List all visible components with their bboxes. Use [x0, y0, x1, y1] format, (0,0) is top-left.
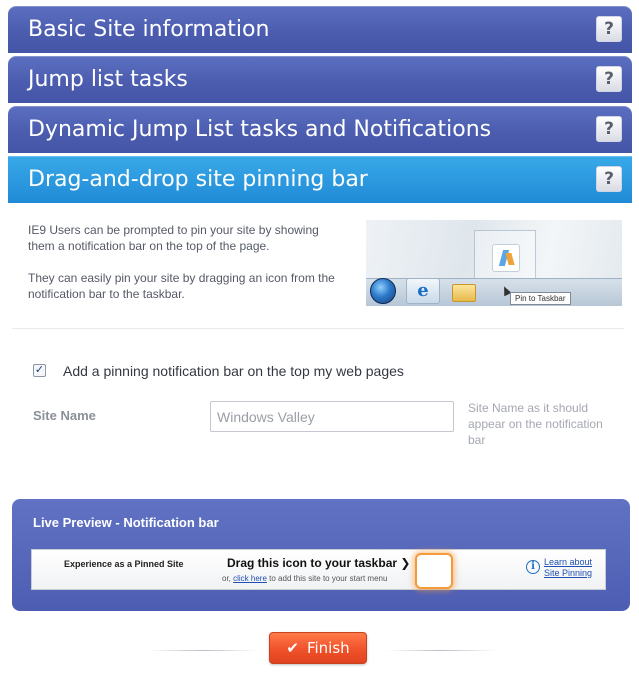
pinning-bar-panel: IE9 Users can be prompted to pin your si…: [8, 204, 632, 678]
site-name-hint: Site Name as it should appear on the not…: [468, 401, 603, 447]
taskbar-image: e: [366, 278, 622, 306]
section-dynamic-jump-list[interactable]: Dynamic Jump List tasks and Notification…: [8, 106, 632, 153]
notification-bar-preview: Experience as a Pinned Site Drag this ic…: [31, 549, 606, 590]
pinning-illustration: e Pin to Taskbar: [366, 220, 622, 306]
help-icon[interactable]: ?: [596, 66, 622, 92]
site-name-label: Site Name: [33, 408, 96, 423]
sub-prefix: or,: [222, 574, 234, 583]
finish-label: Finish: [306, 639, 350, 657]
help-icon[interactable]: ?: [596, 16, 622, 42]
description-paragraph: They can easily pin your site by draggin…: [28, 271, 335, 301]
description: IE9 Users can be prompted to pin your si…: [28, 222, 338, 318]
click-here-link[interactable]: click here: [233, 574, 267, 583]
help-icon[interactable]: ?: [596, 166, 622, 192]
check-icon: ✔: [286, 639, 299, 657]
drag-instruction: Drag this icon to your taskbar ❯: [227, 556, 410, 570]
section-basic-site-information[interactable]: Basic Site information ?: [8, 6, 632, 53]
start-orb-icon: [370, 278, 396, 304]
pinning-bar-checkbox[interactable]: ✓: [33, 364, 46, 377]
description-paragraph: IE9 Users can be prompted to pin your si…: [28, 223, 319, 253]
ie-icon: e: [406, 278, 440, 304]
section-site-pinning-bar[interactable]: Drag-and-drop site pinning bar ?: [8, 156, 632, 203]
help-icon[interactable]: ?: [596, 116, 622, 142]
draggable-site-icon[interactable]: [415, 553, 453, 589]
divider: [12, 328, 624, 329]
section-jump-list-tasks[interactable]: Jump list tasks ?: [8, 56, 632, 103]
pin-tooltip: Pin to Taskbar: [510, 292, 571, 305]
site-icon-tile: [492, 244, 520, 272]
chevron-right-icon: ❯: [400, 556, 411, 570]
start-menu-text: or, click here to add this site to your …: [222, 574, 387, 583]
learn-site-pinning-link[interactable]: Learn about Site Pinning: [544, 557, 604, 579]
site-name-input[interactable]: [210, 401, 454, 432]
section-title: Basic Site information: [28, 17, 270, 42]
live-preview-box: Live Preview - Notification bar Experien…: [12, 499, 630, 611]
divider-right: [386, 650, 496, 651]
drag-text: Drag this icon to your taskbar: [227, 556, 398, 570]
section-title: Jump list tasks: [28, 67, 188, 92]
info-icon: i: [526, 560, 540, 574]
preview-title: Live Preview - Notification bar: [33, 515, 219, 530]
pinned-site-text: Experience as a Pinned Site: [64, 559, 184, 569]
section-title: Dynamic Jump List tasks and Notification…: [28, 117, 492, 142]
divider-left: [148, 650, 258, 651]
checkbox-label: Add a pinning notification bar on the to…: [63, 363, 404, 379]
sub-suffix: to add this site to your start menu: [266, 574, 388, 583]
finish-button[interactable]: ✔ Finish: [269, 632, 367, 664]
folder-icon: [452, 284, 476, 302]
section-title: Drag-and-drop site pinning bar: [28, 167, 368, 192]
